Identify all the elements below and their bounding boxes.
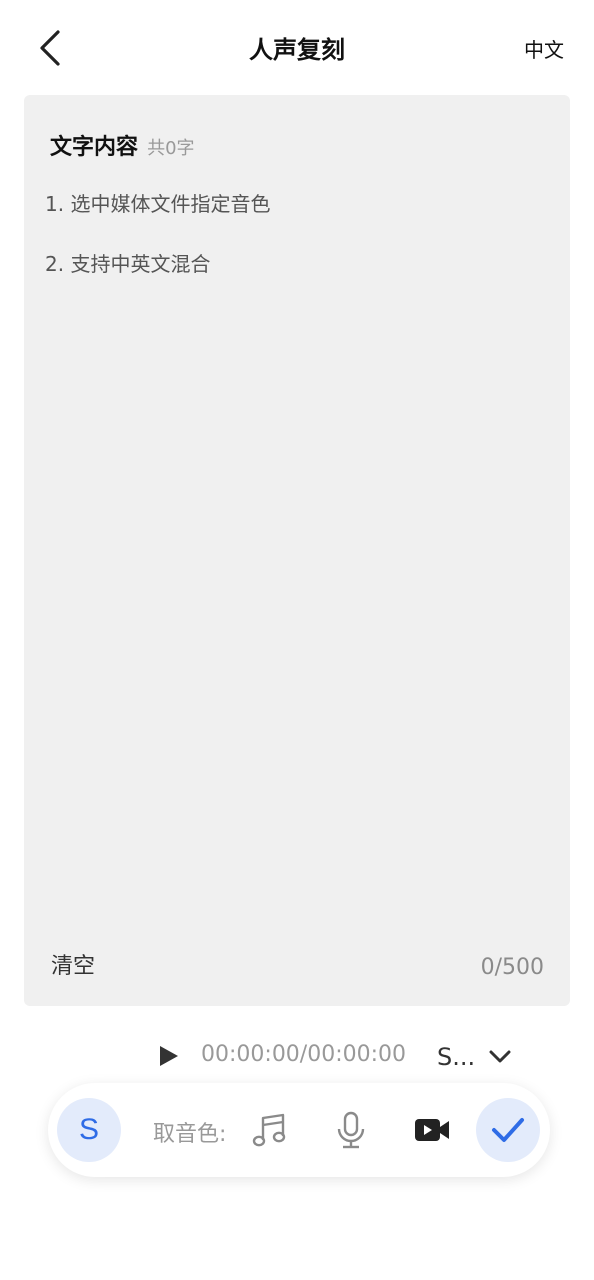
microphone-button[interactable] [331, 1110, 371, 1150]
text-input-area[interactable]: 1. 选中媒体文件指定音色 2. 支持中英文混合 [45, 189, 545, 309]
audio-player: 00:00:00/00:00:00 S... [0, 1036, 594, 1076]
speaker-dropdown[interactable]: S... [437, 1040, 511, 1074]
video-camera-icon [415, 1119, 449, 1141]
checkmark-icon [492, 1118, 524, 1142]
panel-header: 文字内容 共0字 [50, 129, 195, 161]
music-button[interactable] [250, 1110, 290, 1150]
placeholder-tip: 1. 选中媒体文件指定音色 [45, 192, 271, 216]
pick-voice-label: 取音色: [153, 1122, 227, 1147]
language-switch[interactable]: 中文 [524, 34, 564, 63]
video-button[interactable] [412, 1110, 452, 1150]
avatar[interactable]: S [57, 1098, 121, 1162]
panel-title: 文字内容 [50, 135, 139, 160]
music-icon [252, 1113, 286, 1147]
play-button[interactable] [158, 1044, 180, 1068]
char-counter: 0/500 [480, 955, 544, 980]
microphone-icon [337, 1111, 365, 1149]
placeholder-tip: 2. 支持中英文混合 [45, 252, 211, 276]
clear-button[interactable]: 清空 [51, 948, 95, 980]
playback-time: 00:00:00/00:00:00 [201, 1042, 407, 1067]
chevron-down-icon [489, 1050, 511, 1063]
text-content-panel[interactable]: 文字内容 共0字 1. 选中媒体文件指定音色 2. 支持中英文混合 清空 0/5… [24, 95, 570, 1006]
speaker-label: S... [437, 1043, 476, 1071]
top-bar: 人声复刻 中文 [0, 0, 594, 96]
voice-toolbar: S 取音色: [48, 1083, 550, 1177]
word-count: 共0字 [147, 138, 195, 159]
confirm-button[interactable] [476, 1098, 540, 1162]
page-title: 人声复刻 [249, 36, 345, 64]
play-icon [160, 1046, 178, 1066]
